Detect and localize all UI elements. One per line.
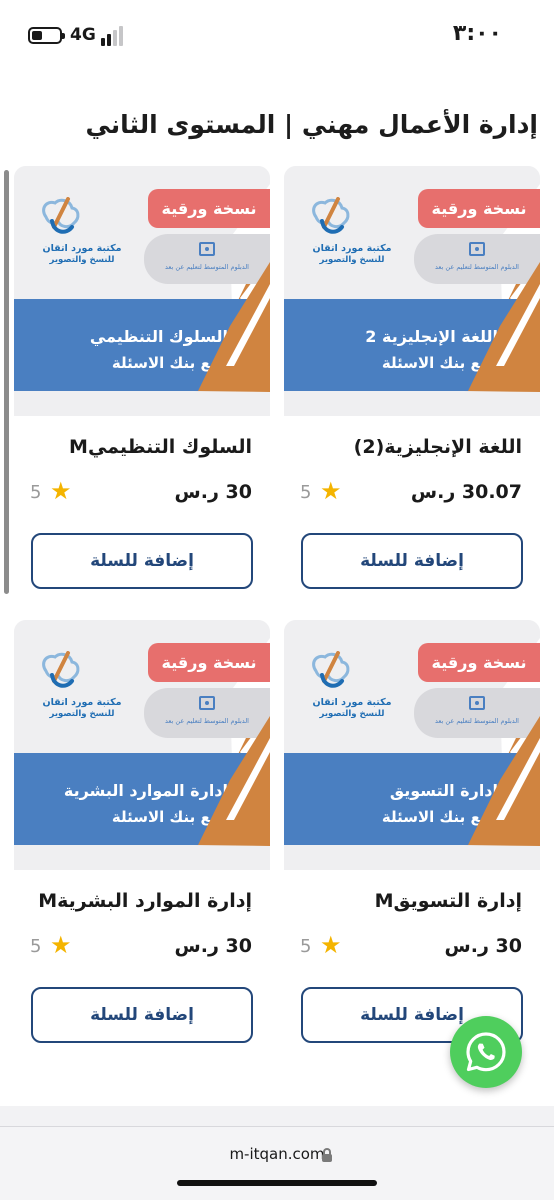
product-card[interactable]: نسخة ورقية الدبلوم المتوسط لتعليم عن بعد…	[284, 620, 540, 1060]
star-icon: ★	[50, 477, 72, 505]
product-price: 30 ر.س	[174, 935, 252, 957]
product-price: 30 ر.س	[174, 481, 252, 503]
product-title[interactable]: السلوك التنظيميM	[69, 436, 252, 458]
battery-icon	[28, 27, 65, 44]
add-to-cart-button[interactable]: إضافة للسلة	[31, 533, 253, 589]
rating-value: 5	[30, 936, 42, 957]
cover-stripe	[198, 262, 270, 391]
product-cover-image[interactable]: نسخة ورقية الدبلوم المتوسط لتعليم عن بعد…	[284, 166, 540, 416]
rating-value: 5	[300, 936, 312, 957]
product-title[interactable]: إدارة الموارد البشريةM	[38, 890, 252, 912]
lock-icon	[322, 1148, 332, 1162]
whatsapp-icon	[466, 1032, 506, 1072]
home-indicator[interactable]	[177, 1180, 377, 1186]
product-card[interactable]: نسخة ورقية الدبلوم المتوسط لتعليم عن بعد…	[14, 620, 270, 1060]
product-cover-image[interactable]: نسخة ورقية الدبلوم المتوسط لتعليم عن بعد…	[14, 620, 270, 870]
rating-value: 5	[30, 482, 42, 503]
phone-screen: 4G ٣:٠٠ إدارة الأعمال مهني | المستوى الث…	[0, 0, 554, 1200]
status-bar: 4G ٣:٠٠	[0, 0, 554, 66]
cover-stripe	[198, 716, 270, 845]
product-price: 30 ر.س	[444, 935, 522, 957]
main-content[interactable]: إدارة الأعمال مهني | المستوى الثاني نسخة…	[0, 66, 554, 1106]
whatsapp-button[interactable]	[450, 1016, 522, 1088]
signal-bars-icon	[101, 26, 127, 46]
page-title: إدارة الأعمال مهني | المستوى الثاني	[85, 110, 538, 139]
network-type: 4G	[70, 25, 96, 45]
star-icon: ★	[320, 931, 342, 959]
product-price: 30.07 ر.س	[410, 481, 522, 503]
scrollbar[interactable]	[4, 170, 9, 594]
rating-value: 5	[300, 482, 312, 503]
product-title[interactable]: إدارة التسويقM	[375, 890, 522, 912]
add-to-cart-button[interactable]: إضافة للسلة	[31, 987, 253, 1043]
star-icon: ★	[320, 477, 342, 505]
status-time: ٣:٠٠	[452, 21, 502, 46]
browser-address-bar[interactable]: m-itqan.com	[0, 1126, 554, 1200]
product-cover-image[interactable]: نسخة ورقية الدبلوم المتوسط لتعليم عن بعد…	[14, 166, 270, 416]
add-to-cart-button[interactable]: إضافة للسلة	[301, 533, 523, 589]
url-text[interactable]: m-itqan.com	[0, 1145, 554, 1163]
product-cover-image[interactable]: نسخة ورقية الدبلوم المتوسط لتعليم عن بعد…	[284, 620, 540, 870]
product-card[interactable]: نسخة ورقية الدبلوم المتوسط لتعليم عن بعد…	[284, 166, 540, 606]
product-title[interactable]: اللغة الإنجليزية(2)	[354, 436, 522, 458]
cover-stripe	[468, 716, 540, 845]
star-icon: ★	[50, 931, 72, 959]
product-card[interactable]: نسخة ورقية الدبلوم المتوسط لتعليم عن بعد…	[14, 166, 270, 606]
cover-stripe	[468, 262, 540, 391]
